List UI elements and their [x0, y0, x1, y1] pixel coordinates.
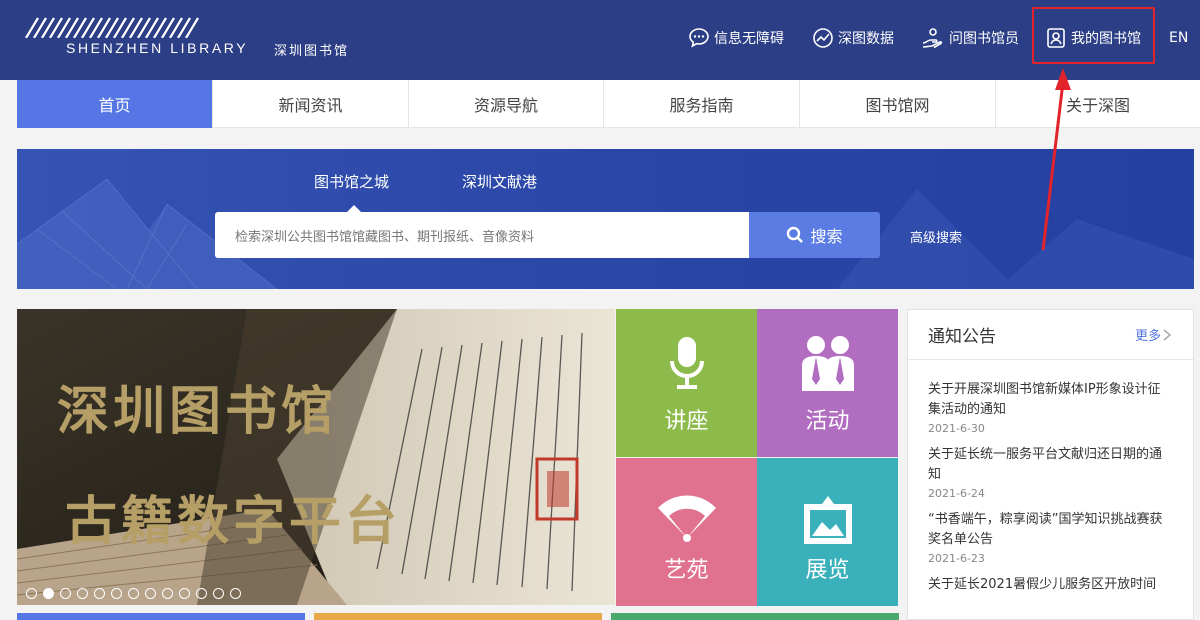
tile-lecture[interactable]: 讲座: [616, 309, 757, 457]
search-banner: 图书馆之城 深圳文献港 检索深圳公共图书馆馆藏图书、期刊报纸、音像资料 搜索 高…: [17, 149, 1194, 289]
picture-frame-icon: [803, 496, 852, 544]
carousel-dot[interactable]: [43, 588, 54, 599]
nav-tab-news[interactable]: 新闻资讯: [213, 80, 409, 128]
fan-icon: [657, 495, 716, 542]
notice-text: 关于延长2021暑假少儿服务区开放时间: [928, 577, 1157, 592]
active-tab-pointer: [347, 205, 361, 212]
main-nav: 首页 新闻资讯 资源导航 服务指南 图书馆网 关于深图: [17, 80, 1200, 128]
notice-date: 2021-6-23: [928, 552, 985, 565]
header-link-label: 深图数据: [838, 31, 894, 47]
logo-chinese: 深圳图书馆: [274, 44, 350, 59]
notice-date: 2021-6-30: [928, 422, 985, 435]
nav-tab-service-guide[interactable]: 服务指南: [604, 80, 800, 128]
nav-tab-resources[interactable]: 资源导航: [409, 80, 604, 128]
section-bar-blue: [17, 613, 305, 620]
site-header: SHENZHEN LIBRARY 深圳图书馆 信息无障碍 深图数据 问图书馆员 …: [0, 0, 1200, 80]
carousel-dot[interactable]: [179, 588, 190, 599]
notice-text: “书香端午，粽享阅读”国学知识挑战赛获奖名单公告: [928, 512, 1163, 547]
tile-arts[interactable]: 艺苑: [616, 458, 757, 606]
notice-item[interactable]: 关于开展深圳图书馆新媒体IP形象设计征集活动的通知 2021-6-30: [908, 380, 1193, 435]
tile-activity[interactable]: 活动: [757, 309, 898, 457]
hero-carousel[interactable]: 深圳图书馆 古籍数字平台: [17, 309, 615, 605]
carousel-dot[interactable]: [111, 588, 122, 599]
tile-exhibition[interactable]: 展览: [757, 458, 898, 606]
header-link-ask-librarian[interactable]: 问图书馆员: [921, 24, 1019, 52]
nav-tab-home[interactable]: 首页: [17, 80, 213, 128]
chat-bubble-icon: [689, 28, 709, 48]
highlight-box: [1032, 7, 1155, 64]
search-tab-document-port[interactable]: 深圳文献港: [462, 171, 537, 192]
carousel-dot[interactable]: [60, 588, 71, 599]
carousel-dot[interactable]: [230, 588, 241, 599]
header-link-data[interactable]: 深图数据: [812, 24, 894, 52]
header-link-label: 信息无障碍: [714, 31, 784, 47]
carousel-dot[interactable]: [26, 588, 37, 599]
red-arrow-annotation: [1041, 68, 1071, 251]
tile-label: 活动: [805, 409, 850, 434]
carousel-dots: [26, 588, 241, 599]
notice-more-link[interactable]: 更多: [1135, 325, 1173, 344]
notice-title: 通知公告: [928, 327, 996, 347]
chevron-right-icon: [1163, 328, 1172, 341]
carousel-dot[interactable]: [128, 588, 139, 599]
section-bar-green: [611, 613, 899, 620]
section-bar-orange: [314, 613, 602, 620]
tile-label: 展览: [805, 558, 850, 583]
tile-label: 艺苑: [664, 558, 709, 583]
search-button[interactable]: 搜索: [749, 212, 880, 258]
notice-text: 关于延长统一服务平台文献归还日期的通知: [928, 447, 1163, 482]
nav-tab-library-network[interactable]: 图书馆网: [800, 80, 996, 128]
carousel-dot[interactable]: [77, 588, 88, 599]
advanced-search-link[interactable]: 高级搜索: [910, 227, 962, 246]
search-icon: [787, 226, 804, 243]
ancient-book-image: [17, 309, 615, 605]
nav-tab-about[interactable]: 关于深图: [996, 80, 1200, 128]
hand-helper-icon: [922, 28, 943, 49]
carousel-dot[interactable]: [162, 588, 173, 599]
search-input[interactable]: 检索深圳公共图书馆馆藏图书、期刊报纸、音像资料: [215, 212, 749, 258]
logo-english: SHENZHEN LIBRARY: [66, 40, 249, 56]
notice-date: 2021-6-24: [928, 487, 985, 500]
notice-item[interactable]: 关于延长统一服务平台文献归还日期的通知 2021-6-24: [908, 445, 1193, 500]
language-switch[interactable]: EN: [1169, 24, 1188, 52]
hero-title-line1: 深圳图书馆: [57, 381, 338, 442]
library-logo[interactable]: SHENZHEN LIBRARY 深圳图书馆: [18, 16, 358, 64]
carousel-dot[interactable]: [213, 588, 224, 599]
notice-item[interactable]: 关于延长2021暑假少儿服务区开放时间: [908, 575, 1193, 595]
tile-label: 讲座: [664, 409, 709, 434]
carousel-dot[interactable]: [145, 588, 156, 599]
header-link-accessibility[interactable]: 信息无障碍: [688, 24, 784, 52]
notice-item[interactable]: “书香端午，粽享阅读”国学知识挑战赛获奖名单公告 2021-6-23: [908, 510, 1193, 565]
carousel-dot[interactable]: [196, 588, 207, 599]
notice-header: 通知公告 更多: [908, 310, 1193, 360]
logo-stripes-icon: [25, 17, 199, 38]
search-tab-library-city[interactable]: 图书馆之城: [314, 171, 389, 192]
notice-text: 关于开展深圳图书馆新媒体IP形象设计征集活动的通知: [928, 382, 1161, 417]
search-button-label: 搜索: [810, 227, 843, 246]
hero-title-line2: 古籍数字平台: [65, 491, 402, 552]
microphone-icon: [669, 337, 704, 389]
carousel-dot[interactable]: [94, 588, 105, 599]
header-link-label: 问图书馆员: [949, 31, 1019, 47]
notice-panel: 通知公告 更多 关于开展深圳图书馆新媒体IP形象设计征集活动的通知 2021-6…: [907, 309, 1194, 620]
notice-more-label: 更多: [1134, 329, 1161, 344]
chart-line-icon: [813, 28, 833, 48]
people-icon: [801, 336, 854, 391]
